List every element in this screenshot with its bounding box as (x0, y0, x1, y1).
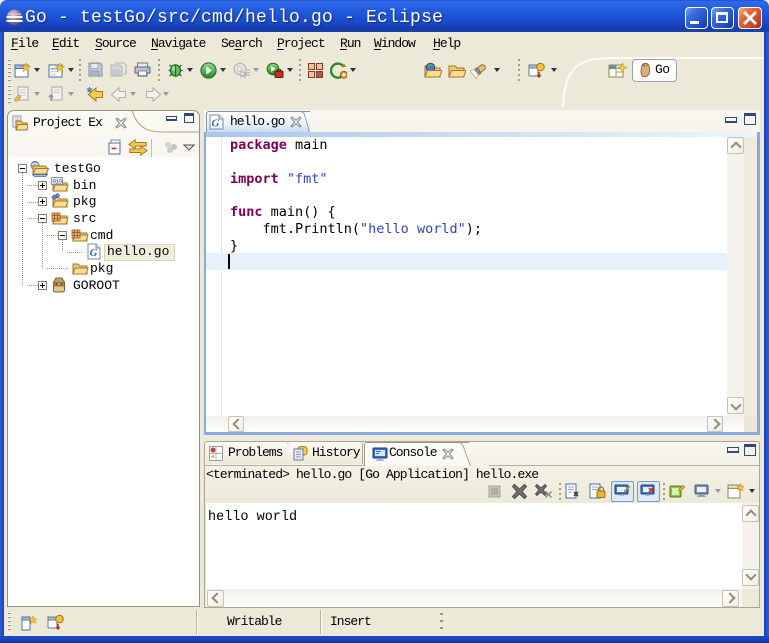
svg-text:G: G (212, 118, 220, 130)
svg-text:010: 010 (52, 178, 62, 185)
svg-text:G: G (90, 247, 98, 259)
